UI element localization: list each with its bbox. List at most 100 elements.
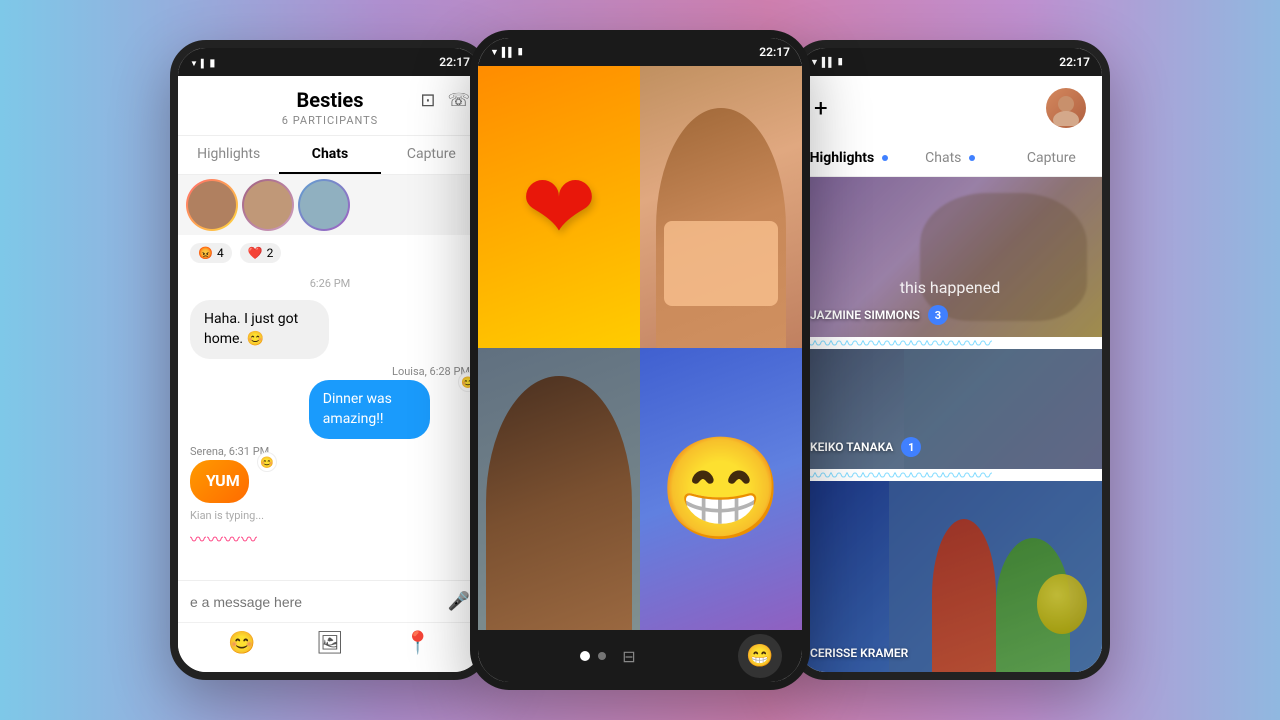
phone-icon[interactable]: ☏: [447, 90, 470, 111]
tab-chats[interactable]: Chats: [279, 136, 380, 174]
heart-emoji: ❤: [521, 155, 596, 260]
wifi-icon: [190, 56, 198, 69]
video-cell-woman2: [478, 348, 640, 630]
tab-capture[interactable]: Capture: [381, 136, 482, 174]
video-cell-emoji: 😁: [640, 348, 802, 630]
left-content: Besties 6 PARTICIPANTS ⊡ ☏ Highlights Ch…: [178, 76, 482, 672]
story-item-2[interactable]: [242, 179, 294, 231]
signal-icon: [201, 56, 207, 69]
story-item-1[interactable]: [186, 179, 238, 231]
middle-content: ❤ 😁: [478, 66, 802, 682]
hs3-text-overlay: CERISSE KRAMER: [798, 634, 1102, 672]
message-3-wrapper: YUM 😊: [190, 460, 269, 502]
hs1-count: 3: [928, 305, 948, 325]
chat-header: Besties 6 PARTICIPANTS ⊡ ☏: [178, 76, 482, 136]
signal-icon-r: ▌▌: [822, 57, 835, 68]
time-left: 22:17: [215, 55, 470, 69]
mic-icon[interactable]: 🎤: [448, 591, 470, 612]
highlight-section-2: KEIKO TANAKA 1: [798, 349, 1102, 469]
hs2-user-row: KEIKO TANAKA 1: [810, 437, 1090, 457]
chat-messages: 😡 4 ❤️ 2 6:26 PM Haha. I just got home. …: [178, 235, 482, 580]
right-content: + Highlights Chats Cap: [798, 76, 1102, 672]
video-dot-inactive: [598, 652, 606, 660]
time-middle: 22:17: [523, 45, 790, 59]
message-bubble-2: Dinner was amazing!!: [309, 380, 430, 439]
tab-capture-right[interactable]: Capture: [1001, 140, 1102, 176]
hs2-text-overlay: KEIKO TANAKA 1: [798, 425, 1102, 469]
chat-input-area: 🎤: [178, 580, 482, 622]
status-icons-middle: ▼ ▌▌ ▮: [490, 47, 523, 58]
chat-bottom-icons: 😊 🖼 📍: [178, 622, 482, 672]
phone-right: ▼ ▌▌ ▮ 22:17 + Highlights: [790, 40, 1110, 680]
wifi-icon-r: ▼: [810, 57, 819, 68]
wave-line-2: 〰〰〰〰〰〰〰〰〰〰〰〰: [798, 469, 990, 481]
user-avatar[interactable]: [1046, 88, 1086, 128]
status-bar-left: 22:17: [178, 48, 482, 76]
hs2-count: 1: [901, 437, 921, 457]
phone-left: 22:17 Besties 6 PARTICIPANTS ⊡ ☏ Highlig…: [170, 40, 490, 680]
hs3-username: CERISSE KRAMER: [810, 646, 908, 660]
message-2-container: Louisa, 6:28 PM Dinner was amazing!! 😊: [309, 365, 470, 439]
story-item-3[interactable]: [298, 179, 350, 231]
camera-switch-icon[interactable]: ⊟: [622, 647, 635, 666]
typing-indicator: Kian is typing... 〰〰〰〰: [190, 509, 470, 550]
highlights-dot: [882, 155, 888, 161]
status-bar-right: ▼ ▌▌ ▮ 22:17: [798, 48, 1102, 76]
chat-stories: [178, 175, 482, 235]
video-cell-heart: ❤: [478, 66, 640, 348]
highlights-content: this happened JAZMINE SIMMONS 3 〰〰〰〰〰〰〰〰…: [798, 177, 1102, 672]
wave-divider-1: 〰〰〰〰〰〰〰〰〰〰〰〰: [798, 337, 1102, 349]
video-emoji-icon: 😁: [746, 644, 773, 669]
highlight-caption-1: this happened: [810, 278, 1090, 297]
video-bottom-bar: ⊟ 😁: [478, 630, 802, 682]
location-icon[interactable]: 📍: [404, 631, 431, 656]
right-tabs: Highlights Chats Capture: [798, 140, 1102, 177]
reaction-heart: ❤️ 2: [240, 243, 282, 263]
reaction-angry: 😡 4: [190, 243, 232, 263]
status-icons-right: ▼ ▌▌ ▮: [810, 57, 843, 68]
tab-highlights-right[interactable]: Highlights: [798, 140, 899, 176]
phone-middle: ▼ ▌▌ ▮ 22:17 ❤: [470, 30, 810, 690]
message-bubble-1: Haha. I just got home. 😊: [190, 300, 329, 359]
happy-emoji: 😁: [659, 431, 784, 548]
video-call-icon[interactable]: ⊡: [420, 90, 435, 111]
status-icons-left: [190, 56, 215, 69]
reactions-row: 😡 4 ❤️ 2: [190, 243, 470, 263]
phones-container: 22:17 Besties 6 PARTICIPANTS ⊡ ☏ Highlig…: [0, 0, 1280, 720]
reaction-on-bubble-3: 😊: [257, 452, 277, 472]
message-timestamp: 6:26 PM: [190, 277, 470, 290]
emoji-icon[interactable]: 😊: [228, 631, 255, 656]
message-input[interactable]: [190, 594, 440, 610]
message-3-container: Serena, 6:31 PM YUM 😊: [190, 445, 269, 502]
message-2-wrapper: Dinner was amazing!! 😊: [309, 380, 470, 439]
message-1: Haha. I just got home. 😊: [190, 300, 376, 359]
chat-tabs: Highlights Chats Capture: [178, 136, 482, 175]
right-header: +: [798, 76, 1102, 140]
wave-divider-2: 〰〰〰〰〰〰〰〰〰〰〰〰: [798, 469, 1102, 481]
add-icon[interactable]: +: [814, 94, 828, 122]
wifi-icon-m: ▼: [490, 47, 499, 58]
avatar-image: [1048, 90, 1084, 126]
chat-actions: ⊡ ☏: [420, 90, 470, 111]
video-cell-woman1: [640, 66, 802, 348]
signal-icon-m: ▌▌: [502, 47, 515, 58]
image-icon[interactable]: 🖼: [316, 631, 344, 656]
video-grid: ❤ 😁: [478, 66, 802, 630]
time-right: 22:17: [843, 55, 1090, 69]
highlight-section-1: this happened JAZMINE SIMMONS 3: [798, 177, 1102, 337]
chat-subtitle: 6 PARTICIPANTS: [194, 114, 466, 127]
status-bar-middle: ▼ ▌▌ ▮ 22:17: [478, 38, 802, 66]
hs1-user-row: JAZMINE SIMMONS 3: [810, 305, 1090, 325]
chats-dot: [969, 155, 975, 161]
hs1-username: JAZMINE SIMMONS: [810, 308, 920, 322]
highlight-section-3: CERISSE KRAMER: [798, 481, 1102, 672]
hs3-user-row: CERISSE KRAMER: [810, 646, 1090, 660]
video-dot-active: [580, 651, 590, 661]
message-bubble-3: YUM: [190, 460, 249, 502]
wave-line-1: 〰〰〰〰〰〰〰〰〰〰〰〰: [798, 337, 990, 349]
video-emoji-button[interactable]: 😁: [738, 634, 782, 678]
hs1-text-overlay: this happened JAZMINE SIMMONS 3: [798, 266, 1102, 337]
hs2-username: KEIKO TANAKA: [810, 440, 893, 454]
tab-chats-right[interactable]: Chats: [899, 140, 1000, 176]
tab-highlights[interactable]: Highlights: [178, 136, 279, 174]
